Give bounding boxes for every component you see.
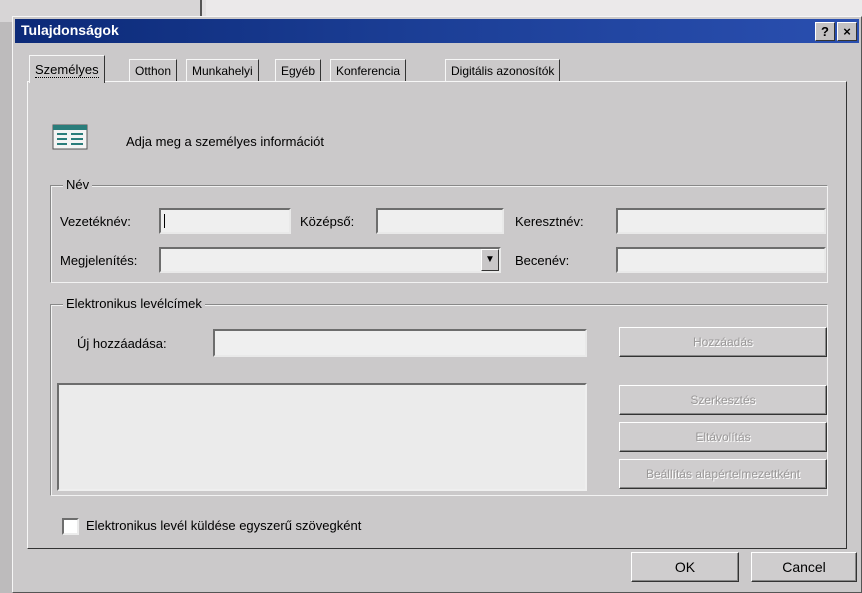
help-button[interactable]: ? xyxy=(815,22,835,41)
middle-name-field[interactable] xyxy=(376,208,504,234)
set-default-button[interactable]: Beállítás alapértelmezettként xyxy=(619,459,827,489)
tab-szemelyes[interactable]: Személyes xyxy=(29,55,105,83)
tab-egyeb[interactable]: Egyéb xyxy=(275,59,322,82)
dialog-title: Tulajdonságok xyxy=(21,22,119,38)
first-name-field[interactable] xyxy=(616,208,826,234)
intro-text: Adja meg a személyes információt xyxy=(126,134,324,149)
personal-tab-panel: Adja meg a személyes információt Név Vez… xyxy=(27,81,847,549)
add-new-label: Új hozzáadása: xyxy=(77,336,167,351)
chevron-down-icon[interactable]: ▼ xyxy=(481,249,499,271)
email-group-legend: Elektronikus levélcímek xyxy=(63,296,205,311)
name-group-legend: Név xyxy=(63,177,93,192)
tab-otthon[interactable]: Otthon xyxy=(129,59,178,82)
remove-button[interactable]: Eltávolítás xyxy=(619,422,827,452)
email-group: Elektronikus levélcímek Új hozzáadása: H… xyxy=(50,296,828,496)
cancel-button[interactable]: Cancel xyxy=(751,552,857,582)
contact-card-icon xyxy=(52,124,88,150)
add-new-email-field[interactable] xyxy=(213,329,587,357)
name-group: Név Vezetéknév: Középső: Keresztnév: Meg… xyxy=(50,177,828,283)
last-name-field[interactable] xyxy=(159,208,291,234)
plain-text-label[interactable]: Elektronikus levél küldése egyszerű szöv… xyxy=(86,518,361,533)
tab-digitalis-azonositok[interactable]: Digitális azonosítók xyxy=(445,59,561,82)
tab-munkahelyi[interactable]: Munkahelyi xyxy=(186,59,259,82)
nickname-field[interactable] xyxy=(616,247,826,273)
email-list[interactable] xyxy=(57,383,587,491)
add-button[interactable]: Hozzáadás xyxy=(619,327,827,357)
middle-name-label: Középső: xyxy=(300,214,355,229)
properties-dialog: Tulajdonságok ? × Személyes Otthon Munka… xyxy=(12,16,862,593)
title-bar[interactable]: Tulajdonságok ? × xyxy=(15,19,859,43)
edit-button[interactable]: Szerkesztés xyxy=(619,385,827,415)
tab-konferencia[interactable]: Konferencia xyxy=(330,59,407,82)
last-name-label: Vezetéknév: xyxy=(60,214,131,229)
display-combobox[interactable]: ▼ xyxy=(159,247,501,273)
nickname-label: Becenév: xyxy=(515,253,570,268)
plain-text-checkbox[interactable] xyxy=(62,518,79,535)
first-name-label: Keresztnév: xyxy=(515,214,584,229)
close-button[interactable]: × xyxy=(837,22,857,41)
ok-button[interactable]: OK xyxy=(631,552,739,582)
display-label: Megjelenítés: xyxy=(60,253,138,268)
